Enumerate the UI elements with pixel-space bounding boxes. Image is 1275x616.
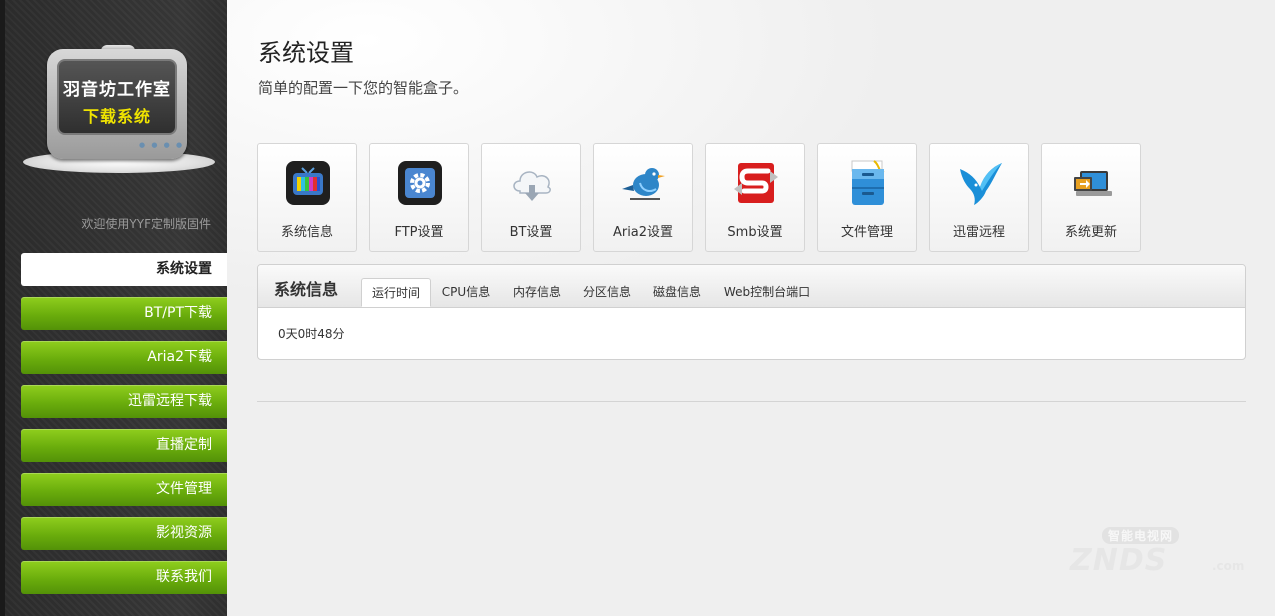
tab-partition-info[interactable]: 分区信息 [575,278,639,307]
tile-label: Smb设置 [727,225,783,240]
thunder-bird-icon [960,163,1002,205]
tile-aria2-settings[interactable]: Aria2设置 [593,143,693,252]
logo-title: 羽音坊工作室 [63,80,171,100]
tile-system-info[interactable]: 系统信息 [257,143,357,252]
sidebar-nav: 系统设置 BT/PT下载 Aria2下载 迅雷远程下载 直播定制 文件管理 影视… [21,253,227,605]
logo-subtitle: 下载系统 [82,107,151,126]
tile-label: FTP设置 [394,225,444,240]
welcome-text: 欢迎使用YYF定制版固件 [81,217,211,231]
system-info-panel: 系统信息 运行时间 CPU信息 内存信息 分区信息 磁盘信息 Web控制台端口 … [257,264,1246,360]
logo: 羽音坊工作室 下载系统 ● ● ● ● [19,45,215,177]
tab-web-console-port[interactable]: Web控制台端口 [717,278,817,307]
tile-system-update[interactable]: 系统更新 [1041,143,1141,252]
watermark-suffix: .com [1212,559,1245,573]
tab-uptime[interactable]: 运行时间 [361,278,431,307]
tile-label: BT设置 [509,225,553,240]
nav-item-aria2-download[interactable]: Aria2下载 [21,341,227,374]
tile-label: 文件管理 [840,225,893,240]
cloud-download-icon [513,171,551,201]
watermark-main-text: ZNDS [1070,543,1168,578]
tile-label: 系统信息 [280,225,333,240]
tile-file-management[interactable]: 文件管理 [817,143,917,252]
tile-label: 迅雷远程 [952,225,1005,240]
nav-item-thunder-remote-download[interactable]: 迅雷远程下载 [21,385,227,418]
tab-memory-info[interactable]: 内存信息 [505,278,569,307]
nav-item-live-custom[interactable]: 直播定制 [21,429,227,462]
tile-thunder-remote[interactable]: 迅雷远程 [929,143,1029,252]
page-subtitle: 简单的配置一下您的智能盒子。 [258,79,469,97]
uptime-value: 0天0时48分 [278,327,345,341]
page-title: 系统设置 [258,39,354,67]
nav-item-video-resources[interactable]: 影视资源 [21,517,227,550]
nav-item-contact-us[interactable]: 联系我们 [21,561,227,594]
divider [257,401,1246,402]
tile-label: Aria2设置 [612,225,674,240]
laptop-update-icon [1074,171,1112,196]
nav-item-bt-pt-download[interactable]: BT/PT下载 [21,297,227,330]
logo-screen: 羽音坊工作室 下载系统 [57,59,177,135]
panel-title: 系统信息 [274,280,339,299]
tv-buttons-icon: ● ● ● ● [139,141,185,149]
tile-smb-settings[interactable]: Smb设置 [705,143,805,252]
watermark-top-text: 智能电视网 [1102,527,1180,544]
panel-header: 系统信息 运行时间 CPU信息 内存信息 分区信息 磁盘信息 Web控制台端口 [258,265,1245,308]
znds-watermark: 智能电视网 ZNDS .com [1062,515,1262,585]
sidebar: 羽音坊工作室 下载系统 ● ● ● ● 欢迎使用YYF定制版固件 系统设置 BT… [0,0,227,616]
nav-item-file-management[interactable]: 文件管理 [21,473,227,506]
tile-label: 系统更新 [1064,225,1117,240]
gear-icon [398,161,442,205]
samba-icon [734,163,778,203]
tile-ftp-settings[interactable]: FTP设置 [369,143,469,252]
tv-icon [286,161,330,205]
file-cabinet-icon [851,160,885,205]
tab-disk-info[interactable]: 磁盘信息 [645,278,709,307]
tab-cpu-info[interactable]: CPU信息 [435,278,497,307]
nav-item-system-settings[interactable]: 系统设置 [21,253,227,286]
bird-icon [622,168,665,200]
main-content: 系统设置 简单的配置一下您的智能盒子。 系统信息 FTP设置 BT设置 Aria… [227,0,1275,616]
tile-bt-settings[interactable]: BT设置 [481,143,581,252]
